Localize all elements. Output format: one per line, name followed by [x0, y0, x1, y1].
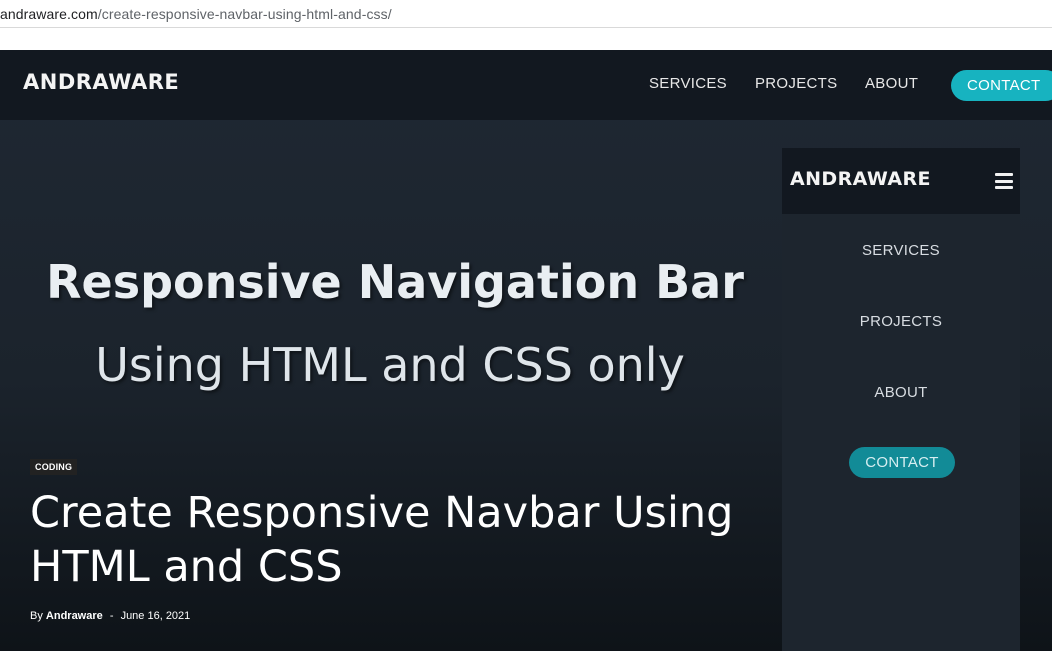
- url-domain: andraware.com: [0, 5, 98, 22]
- banner-title: Responsive Navigation Bar: [46, 255, 744, 309]
- nav-link-about[interactable]: ABOUT: [865, 75, 918, 92]
- author-link[interactable]: Andraware: [46, 610, 103, 622]
- mobile-navbar-header: ANDRAWARE: [782, 148, 1020, 214]
- mobile-navbar-logo: ANDRAWARE: [790, 168, 931, 190]
- nav-contact-button[interactable]: CONTACT: [951, 70, 1052, 101]
- banner-subtitle: Using HTML and CSS only: [95, 338, 685, 392]
- byline-by: By: [30, 610, 43, 622]
- mobile-navbar-mockup: ANDRAWARE SERVICES PROJECTS ABOUT CONTAC…: [782, 148, 1020, 651]
- mobile-nav-item-about[interactable]: ABOUT: [782, 384, 1020, 401]
- byline-separator: -: [109, 610, 114, 622]
- nav-link-projects[interactable]: PROJECTS: [755, 75, 837, 92]
- mobile-contact-button[interactable]: CONTACT: [849, 447, 955, 478]
- featured-image-hero: ANDRAWARE SERVICES PROJECTS ABOUT CONTAC…: [0, 50, 1052, 651]
- url-text[interactable]: andraware.com/create-responsive-navbar-u…: [0, 6, 392, 22]
- category-badge[interactable]: CODING: [30, 459, 78, 475]
- mobile-nav-item-services[interactable]: SERVICES: [782, 242, 1020, 259]
- browser-spacer: [0, 28, 1052, 50]
- mobile-nav-item-projects[interactable]: PROJECTS: [782, 313, 1020, 330]
- article-byline: By Andraware - June 16, 2021: [30, 610, 190, 622]
- navbar-logo: ANDRAWARE: [23, 70, 180, 94]
- article-title: Create Responsive Navbar Using HTML and …: [30, 488, 734, 592]
- desktop-navbar-mockup: ANDRAWARE SERVICES PROJECTS ABOUT CONTAC…: [0, 50, 1052, 120]
- address-bar[interactable]: andraware.com/create-responsive-navbar-u…: [0, 0, 1052, 28]
- publish-date: June 16, 2021: [120, 610, 191, 622]
- nav-link-services[interactable]: SERVICES: [649, 75, 727, 92]
- url-path: /create-responsive-navbar-using-html-and…: [97, 5, 392, 22]
- hamburger-menu-icon[interactable]: [995, 173, 1013, 189]
